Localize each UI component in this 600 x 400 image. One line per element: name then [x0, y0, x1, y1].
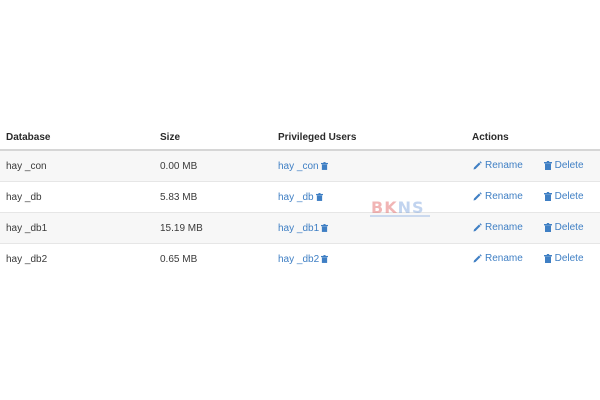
database-name: hay _db: [0, 181, 152, 213]
rename-button[interactable]: Rename: [473, 222, 523, 233]
trash-icon[interactable]: [321, 254, 329, 263]
rename-button[interactable]: Rename: [473, 191, 523, 202]
delete-label: Delete: [554, 159, 584, 171]
delete-label: Delete: [554, 252, 584, 264]
actions-cell: Rename Delete: [465, 243, 600, 274]
delete-label: Delete: [554, 221, 584, 233]
pencil-icon: [473, 253, 482, 262]
database-name: hay _db1: [0, 212, 152, 244]
delete-button[interactable]: Delete: [543, 159, 584, 171]
delete-button[interactable]: Delete: [543, 221, 584, 233]
column-header-actions: Actions: [465, 126, 600, 151]
rename-label: Rename: [485, 190, 523, 202]
privileged-user-cell: hay _db: [270, 181, 465, 213]
database-size: 0.00 MB: [152, 149, 270, 182]
trash-icon[interactable]: [315, 192, 323, 201]
databases-table-container: Database Size Privileged Users Actions h…: [0, 126, 600, 274]
watermark-underline: [370, 215, 430, 217]
database-size: 0.65 MB: [152, 243, 270, 274]
column-header-privileged-users: Privileged Users: [270, 126, 465, 151]
pencil-icon: [473, 160, 482, 169]
actions-cell: Rename Delete: [465, 149, 600, 182]
privileged-user-link[interactable]: hay _db1: [278, 223, 319, 234]
column-header-size[interactable]: Size: [152, 126, 270, 151]
databases-table: Database Size Privileged Users Actions h…: [0, 126, 600, 274]
rename-label: Rename: [485, 159, 523, 171]
database-size: 5.83 MB: [152, 181, 270, 213]
rename-button[interactable]: Rename: [473, 253, 523, 264]
pencil-icon: [473, 222, 482, 231]
table-row: hay _db2 0.65 MB hay _db2 Rename Delete: [0, 243, 600, 274]
actions-cell: Rename Delete: [465, 181, 600, 213]
table-row: hay _db 5.83 MB hay _db Rename Delete: [0, 181, 600, 213]
actions-cell: Rename Delete: [465, 212, 600, 244]
trash-icon: [543, 191, 552, 201]
trash-icon: [543, 160, 552, 170]
database-name: hay _db2: [0, 243, 152, 274]
table-header-row: Database Size Privileged Users Actions: [0, 126, 600, 151]
delete-label: Delete: [554, 190, 584, 202]
rename-label: Rename: [485, 252, 523, 264]
database-name: hay _con: [0, 149, 152, 182]
delete-button[interactable]: Delete: [543, 252, 584, 264]
trash-icon: [543, 222, 552, 232]
trash-icon: [543, 253, 552, 263]
database-size: 15.19 MB: [152, 212, 270, 244]
table-row: hay _con 0.00 MB hay _con Rename Delete: [0, 149, 600, 182]
column-header-database[interactable]: Database: [0, 126, 152, 151]
trash-icon[interactable]: [321, 223, 329, 232]
privileged-user-link[interactable]: hay _db2: [278, 254, 319, 265]
pencil-icon: [473, 191, 482, 200]
table-row: hay _db1 15.19 MB hay _db1 Rename Delete: [0, 212, 600, 244]
privileged-user-cell: hay _db2: [270, 243, 465, 274]
rename-button[interactable]: Rename: [473, 160, 523, 171]
privileged-user-link[interactable]: hay _db: [278, 192, 314, 203]
rename-label: Rename: [485, 221, 523, 233]
delete-button[interactable]: Delete: [543, 190, 584, 202]
privileged-user-link[interactable]: hay _con: [278, 161, 319, 172]
trash-icon[interactable]: [320, 161, 328, 170]
privileged-user-cell: hay _con: [270, 149, 465, 182]
privileged-user-cell: hay _db1: [270, 212, 465, 244]
